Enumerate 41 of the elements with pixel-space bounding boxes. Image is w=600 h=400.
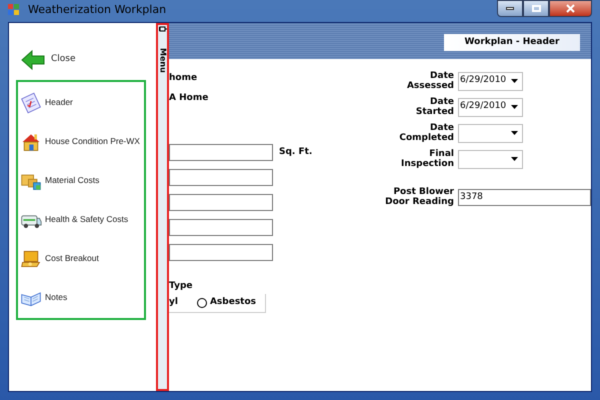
menu-item[interactable]: Material Costs [18,161,144,200]
minimize-button[interactable] [497,0,523,17]
menu-item[interactable]: Health & Safety Costs [18,200,144,239]
dropdown-arrow-icon [511,131,518,135]
menu-label: Menu [158,48,166,73]
input-field[interactable] [169,169,273,186]
menu-strip[interactable]: Menu [156,23,169,391]
app-icon [8,4,20,16]
close-button[interactable] [549,0,592,17]
group-title: Type [169,280,194,292]
radio-option[interactable]: yl [169,296,178,310]
input-field[interactable] [169,219,273,236]
close-icon [566,4,575,13]
form-label: home [169,72,198,85]
menu-item[interactable]: Notes [18,278,144,317]
field-label: Final Inspection [400,149,454,169]
field-label: Date Started [414,97,454,117]
field-label: Date Completed [398,123,454,143]
header-title: Workplan - Header [444,34,580,51]
input-field[interactable]: 3378 [458,188,591,206]
pin-icon[interactable] [158,26,166,34]
dropdown-arrow-icon [511,79,518,83]
dropdown-arrow-icon [511,157,518,161]
field-label: Post Blower Door Reading [384,187,454,207]
input-field[interactable] [169,194,273,211]
date-picker[interactable]: 6/29/2010 [458,98,523,116]
menu-item[interactable]: Header [18,83,144,122]
field-label: Date Assessed [406,71,454,91]
unit-label: Sq. Ft. [279,146,312,159]
date-picker[interactable]: 6/29/2010 [458,72,523,90]
maximize-button[interactable] [523,0,549,17]
menu-item[interactable]: Cost Breakout [18,239,144,278]
input-field[interactable] [169,144,273,161]
input-field[interactable] [169,244,273,261]
menu-item[interactable]: House Condition Pre-WX [18,122,144,161]
close-button[interactable]: Close [16,48,156,72]
window-title: Weatherization Workplan [28,3,166,17]
back-arrow-icon [21,50,45,70]
dropdown-arrow-icon [511,105,518,109]
form-label: A Home [169,92,210,105]
radio-option[interactable]: Asbestos [196,296,256,310]
